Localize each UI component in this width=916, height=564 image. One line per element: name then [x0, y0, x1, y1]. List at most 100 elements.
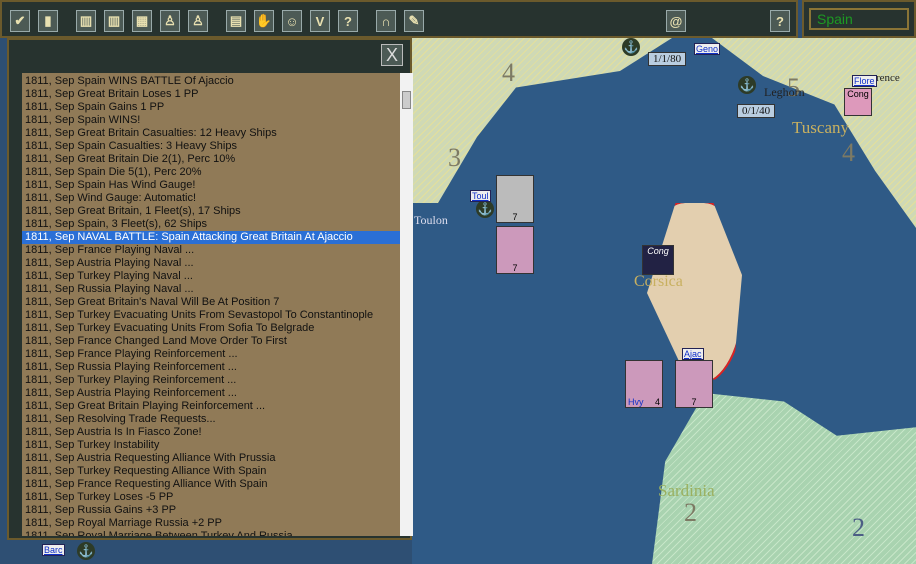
- book-button[interactable]: ▮: [38, 10, 58, 32]
- document-button[interactable]: ▤: [226, 10, 246, 32]
- horseshoe-icon: ∩: [381, 13, 391, 29]
- log-entry[interactable]: 1811, Sep Spain Casualties: 3 Heavy Ship…: [22, 140, 400, 153]
- message-log-list[interactable]: 1811, Sep Spain WINS BATTLE Of Ajaccio 18…: [22, 73, 400, 536]
- log-entry[interactable]: 1811, Sep Russia Playing Reinforcement .…: [22, 361, 400, 374]
- region-name-corsica: Corsica: [634, 273, 683, 290]
- log-entry[interactable]: 1811, Sep France Playing Reinforcement .…: [22, 348, 400, 361]
- pen-button[interactable]: ✎: [404, 10, 424, 32]
- scrollbar-thumb[interactable]: [402, 91, 411, 109]
- congress-unit[interactable]: Cong: [642, 245, 674, 275]
- nation-panel: Spain: [802, 0, 916, 38]
- handshake-button[interactable]: ✋: [254, 10, 274, 32]
- officer-button[interactable]: ♙: [188, 10, 208, 32]
- fleet-unit[interactable]: 7: [496, 226, 534, 274]
- region-name-sardinia: Sardinia: [658, 481, 715, 500]
- victory-icon: V: [315, 13, 325, 29]
- sea-zone-label[interactable]: 1/1/80: [648, 52, 687, 66]
- portrait-button[interactable]: ☺: [282, 10, 302, 32]
- anchor-icon[interactable]: ⚓: [738, 76, 756, 94]
- help-icon: ?: [776, 13, 784, 29]
- log-entry[interactable]: 1811, Sep Royal Marriage Between Turkey …: [22, 530, 400, 536]
- log-entry[interactable]: 1811, Sep Turkey Playing Naval ...: [22, 270, 400, 283]
- log-entry[interactable]: 1811, Sep Great Britain Playing Reinforc…: [22, 400, 400, 413]
- log-entry[interactable]: 1811, Sep Turkey Requesting Alliance Wit…: [22, 465, 400, 478]
- question-scroll-icon: ?: [344, 13, 352, 29]
- bar-chart-icon: ▥: [79, 13, 93, 28]
- anchor-icon[interactable]: ⚓: [476, 200, 494, 218]
- region-number: 2: [852, 513, 865, 542]
- log-entry[interactable]: 1811, Sep Turkey Playing Reinforcement .…: [22, 374, 400, 387]
- horseshoe-button[interactable]: ∩: [376, 10, 396, 32]
- log-entry[interactable]: 1811, Sep France Playing Naval ...: [22, 244, 400, 257]
- city-toulon[interactable]: Toul: [470, 190, 491, 202]
- log-entry[interactable]: 1811, Sep Austria Playing Naval ...: [22, 257, 400, 270]
- city-ajaccio[interactable]: Ajac: [682, 348, 704, 360]
- chart-cursor-icon: ▥: [107, 13, 121, 28]
- log-entry[interactable]: 1811, Sep NAVAL BATTLE: Spain Attacking …: [22, 231, 400, 244]
- log-entry[interactable]: 1811, Sep Turkey Instability: [22, 439, 400, 452]
- log-entry[interactable]: 1811, Sep Wind Gauge: Automatic!: [22, 192, 400, 205]
- log-entry[interactable]: 1811, Sep Turkey Loses -5 PP: [22, 491, 400, 504]
- anchor-icon[interactable]: ⚓: [622, 38, 640, 56]
- mail-button[interactable]: @: [666, 10, 686, 32]
- log-entry[interactable]: 1811, Sep Great Britain, 1 Fleet(s), 17 …: [22, 205, 400, 218]
- log-entry[interactable]: 1811, Sep Russia Playing Naval ...: [22, 283, 400, 296]
- bar-chart-button[interactable]: ▥: [76, 10, 96, 32]
- portrait-icon: ☺: [285, 13, 299, 29]
- fleet-unit[interactable]: 7: [675, 360, 713, 408]
- place-toulon: Toulon: [414, 213, 448, 227]
- city-florence[interactable]: Flore: [852, 75, 877, 87]
- officer-icon: ♙: [192, 13, 204, 28]
- log-entry[interactable]: 1811, Sep France Requesting Alliance Wit…: [22, 478, 400, 491]
- fleet-unit[interactable]: 7: [496, 175, 534, 223]
- log-entry[interactable]: 1811, Sep Spain, 3 Fleet(s), 62 Ships: [22, 218, 400, 231]
- close-button[interactable]: X: [381, 44, 403, 66]
- sea-zone-label[interactable]: 0/1/40: [737, 104, 776, 118]
- toolbar: ✔ ▮ ▥ ▥ ▦ ♙ ♙ ▤ ✋ ☺ V? ∩ ✎ @ ?: [0, 0, 798, 38]
- soldier-icon: ♙: [164, 13, 176, 28]
- place-florence: rence: [876, 72, 900, 84]
- victory-button[interactable]: V: [310, 10, 330, 32]
- log-entry[interactable]: 1811, Sep Spain WINS BATTLE Of Ajaccio: [22, 75, 400, 88]
- log-entry[interactable]: 1811, Sep Resolving Trade Requests...: [22, 413, 400, 426]
- help-button[interactable]: ?: [770, 10, 790, 32]
- log-entry[interactable]: 1811, Sep Turkey Evacuating Units From S…: [22, 309, 400, 322]
- log-entry[interactable]: 1811, Sep Great Britain Die 2(1), Perc 1…: [22, 153, 400, 166]
- log-entry[interactable]: 1811, Sep Great Britain Loses 1 PP: [22, 88, 400, 101]
- document-icon: ▤: [229, 13, 243, 28]
- anchor-icon[interactable]: ⚓: [77, 542, 95, 560]
- building-button[interactable]: ▦: [132, 10, 152, 32]
- congress-unit[interactable]: Cong: [844, 88, 872, 116]
- log-entry[interactable]: 1811, Sep Austria Playing Reinforcement …: [22, 387, 400, 400]
- question-scroll-button[interactable]: ?: [338, 10, 358, 32]
- log-entry[interactable]: 1811, Sep Turkey Evacuating Units From S…: [22, 322, 400, 335]
- heavy-fleet-unit[interactable]: Hvy 4: [625, 360, 663, 408]
- building-icon: ▦: [135, 13, 149, 28]
- region-number: 3: [448, 143, 461, 172]
- land-sardinia: [652, 393, 916, 564]
- close-icon: X: [385, 45, 398, 65]
- map[interactable]: 4 3 5 4 2 2 Tuscany Sardinia Corsica Tou…: [412, 38, 916, 564]
- log-entry[interactable]: 1811, Sep France Changed Land Move Order…: [22, 335, 400, 348]
- region-number: 4: [842, 138, 855, 167]
- log-entry[interactable]: 1811, Sep Royal Marriage Russia +2 PP: [22, 517, 400, 530]
- place-leghorn: Leghorn: [764, 85, 805, 99]
- log-entry[interactable]: 1811, Sep Great Britain's Naval Will Be …: [22, 296, 400, 309]
- log-entry[interactable]: 1811, Sep Austria Is In Fiasco Zone!: [22, 426, 400, 439]
- city-genoa[interactable]: Geno: [694, 43, 721, 55]
- region-number: 2: [684, 498, 697, 527]
- log-entry[interactable]: 1811, Sep Spain Gains 1 PP: [22, 101, 400, 114]
- log-entry[interactable]: 1811, Sep Austria Requesting Alliance Wi…: [22, 452, 400, 465]
- scrollbar[interactable]: [400, 73, 413, 536]
- log-entry[interactable]: 1811, Sep Great Britain Casualties: 12 H…: [22, 127, 400, 140]
- chart-cursor-button[interactable]: ▥: [104, 10, 124, 32]
- checkmark-button[interactable]: ✔: [10, 10, 30, 32]
- city-barcelona[interactable]: Barc: [42, 544, 65, 556]
- log-entry[interactable]: 1811, Sep Spain Has Wind Gauge!: [22, 179, 400, 192]
- log-entry[interactable]: 1811, Sep Spain Die 5(1), Perc 20%: [22, 166, 400, 179]
- at-icon: @: [669, 13, 683, 29]
- log-entry[interactable]: 1811, Sep Russia Gains +3 PP: [22, 504, 400, 517]
- log-entry[interactable]: 1811, Sep Spain WINS!: [22, 114, 400, 127]
- handshake-icon: ✋: [255, 13, 273, 28]
- soldier-button[interactable]: ♙: [160, 10, 180, 32]
